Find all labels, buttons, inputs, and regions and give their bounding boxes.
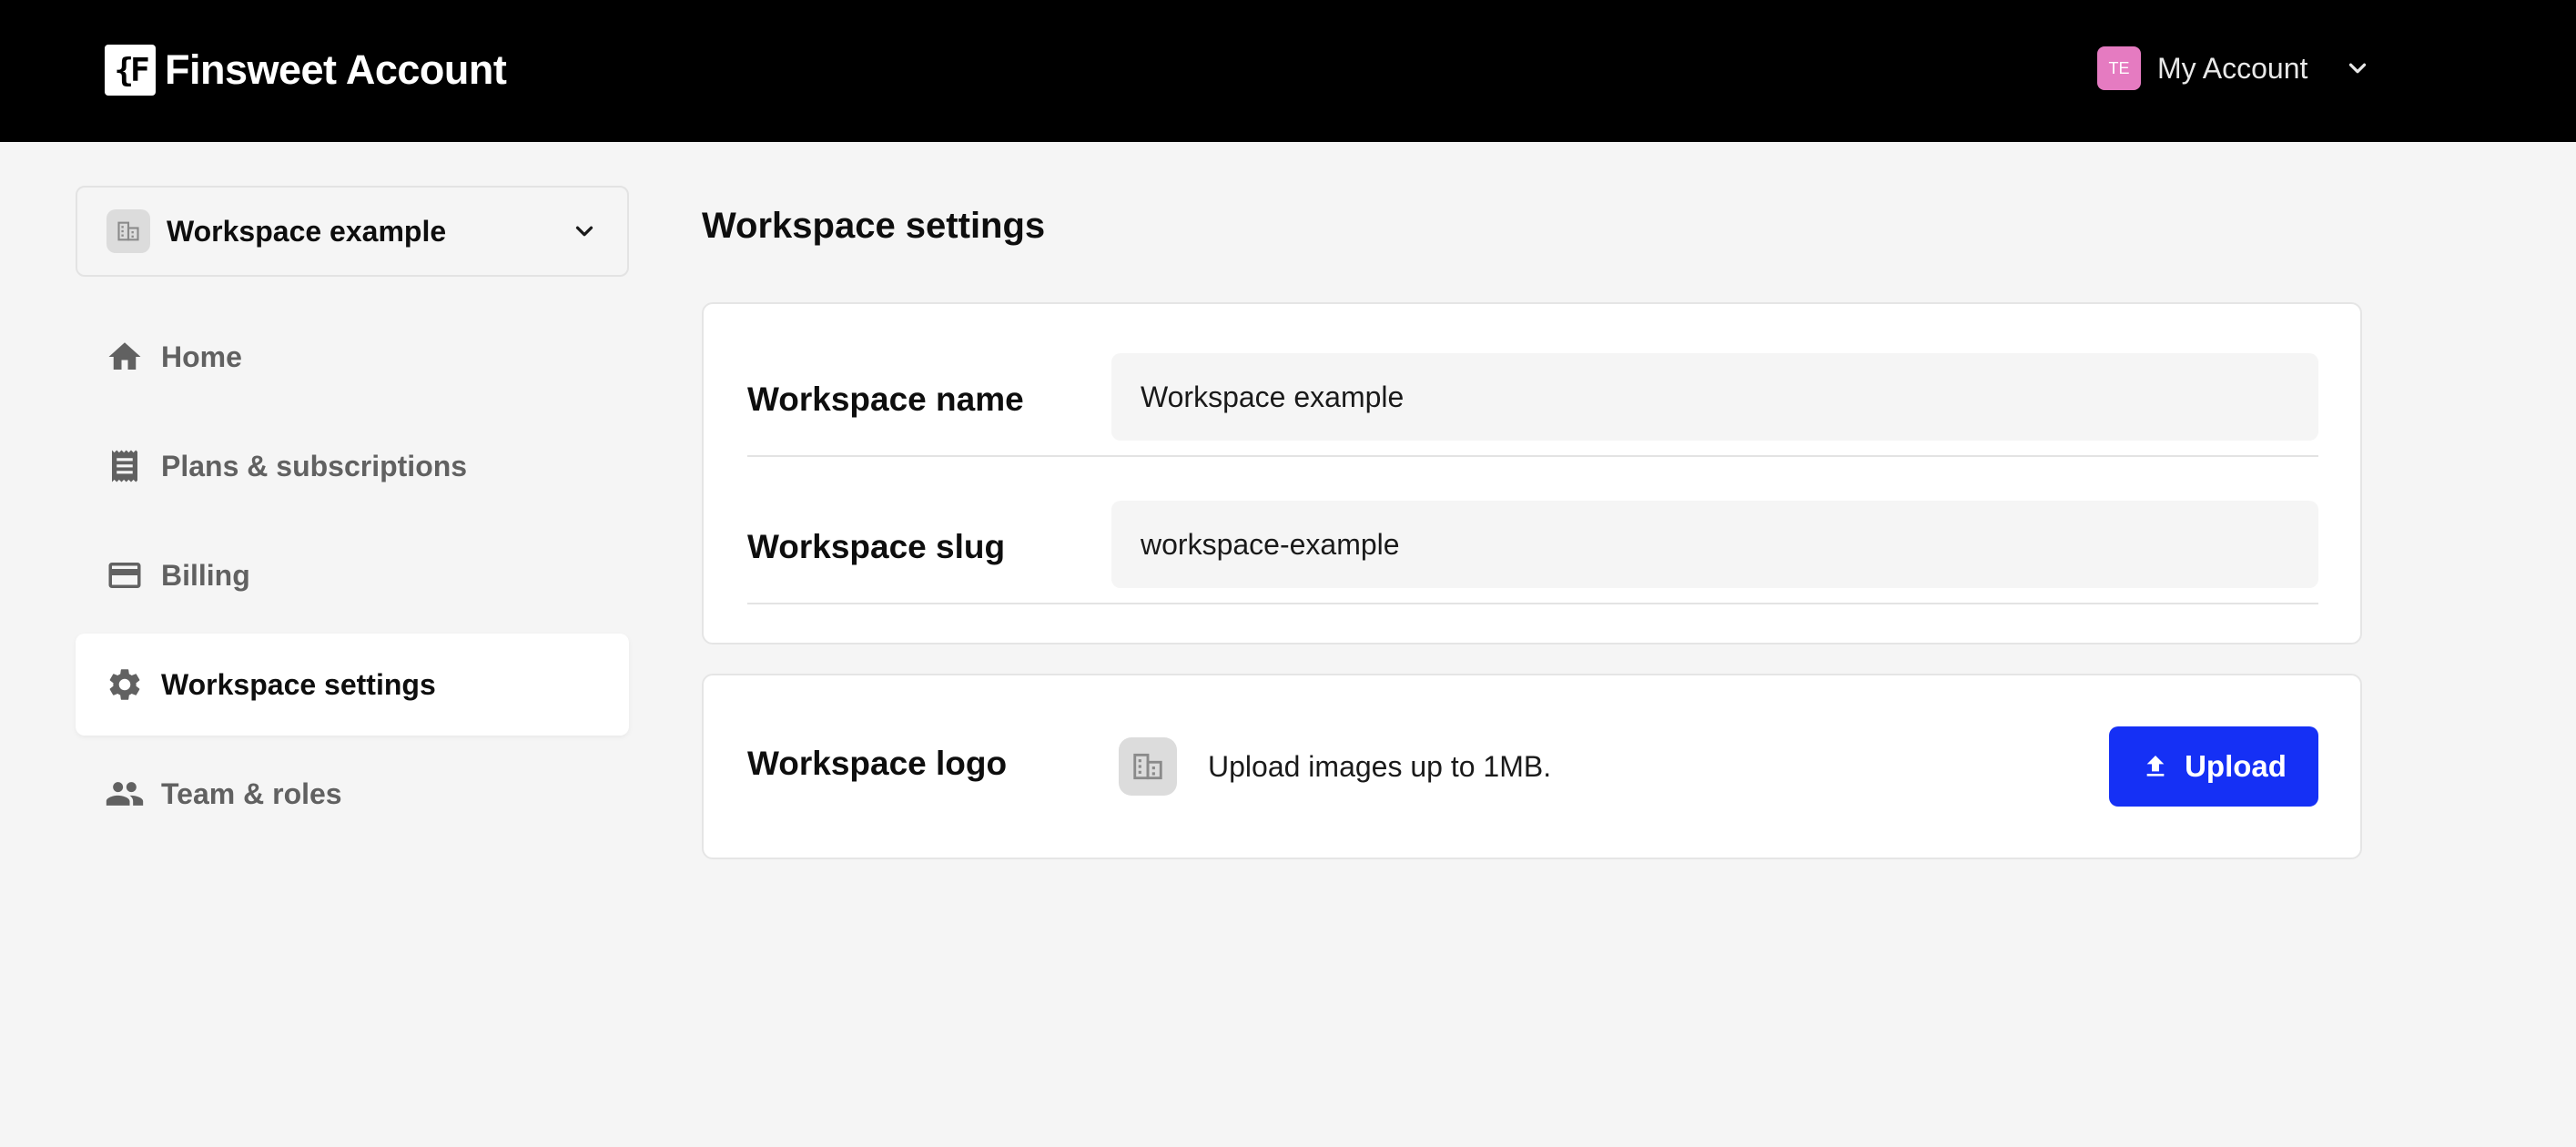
sidebar-item-home[interactable]: Home [76,306,629,408]
receipt-icon [105,446,145,486]
workspace-slug-input[interactable] [1111,501,2318,588]
workspace-slug-row: Workspace slug [747,501,2318,604]
workspace-logo-card: Workspace logo Upload images up to 1MB. … [702,674,2362,859]
workspace-name-label: Workspace name [747,381,1024,418]
sidebar-item-label: Home [161,340,242,373]
sidebar-item-label: Workspace settings [161,667,436,701]
sidebar-item-plans[interactable]: Plans & subscriptions [76,415,629,517]
workspace-name-input[interactable] [1111,353,2318,441]
gear-icon [105,665,145,705]
home-icon [105,337,145,377]
workspace-name: Workspace example [167,214,447,248]
upload-hint: Upload images up to 1MB. [1208,750,1552,783]
workspace-slug-label: Workspace slug [747,528,1006,565]
sidebar-item-team[interactable]: Team & roles [76,743,629,845]
account-label: My Account [2157,51,2308,85]
workspace-logo-label: Workspace logo [747,745,1008,782]
building-icon [1119,737,1177,796]
workspace-name-row: Workspace name [747,353,2318,457]
upload-button[interactable]: Upload [2109,726,2318,807]
brand[interactable]: {F Finsweet Account [105,45,507,96]
upload-icon [2146,756,2165,777]
chevron-down-icon [2349,63,2367,74]
page-title: Workspace settings [702,206,1046,246]
sidebar-item-billing[interactable]: Billing [76,524,629,626]
chevron-down-icon [575,226,593,237]
sidebar-item-label: Team & roles [161,777,342,810]
finsweet-logo-icon: {F [105,45,156,96]
people-icon [105,774,145,814]
sidebar-item-label: Billing [161,558,250,592]
upload-button-label: Upload [2185,749,2287,783]
sidebar-item-workspace-settings[interactable]: Workspace settings [76,634,629,736]
workspace-general-card: Workspace name Workspace slug [702,302,2362,645]
credit-card-icon [105,555,145,595]
avatar: TE [2097,46,2141,90]
brand-name: Finsweet Account [165,46,507,93]
building-icon [106,209,150,253]
sidebar-item-label: Plans & subscriptions [161,449,468,482]
account-menu-button[interactable]: TE My Account [2097,46,2371,90]
workspace-switcher[interactable]: Workspace example [76,186,629,277]
top-bar: {F Finsweet Account TE My Account [0,0,2576,142]
sidebar-nav: Home Plans & subscriptions Billing Works… [76,306,629,852]
